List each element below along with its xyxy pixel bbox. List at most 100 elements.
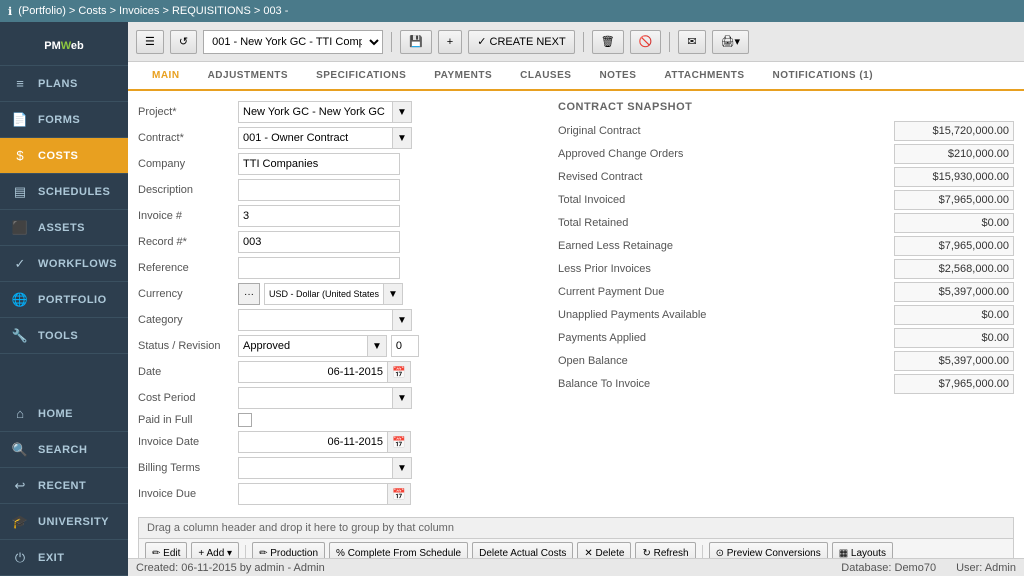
grid-delete-button[interactable]: ✕ Delete: [577, 542, 631, 558]
paid-full-label: Paid in Full: [138, 414, 238, 426]
currency-dropdown-btn[interactable]: ▼: [384, 283, 403, 305]
record-select[interactable]: 001 - New York GC - TTI Companies: [203, 30, 383, 54]
app-wrapper: ℹ (Portfolio) > Costs > Invoices > REQUI…: [0, 0, 1024, 576]
snapshot-row-5: Earned Less Retainage $7,965,000.00: [558, 236, 1014, 256]
tab-clauses[interactable]: CLAUSES: [506, 62, 585, 91]
tab-adjustments[interactable]: ADJUSTMENTS: [194, 62, 303, 91]
description-input[interactable]: [238, 179, 400, 201]
grid-production-button[interactable]: ✏ Production: [252, 542, 325, 558]
search-icon: 🔍: [10, 442, 30, 458]
sidebar-item-search[interactable]: 🔍 SEARCH: [0, 432, 128, 468]
tab-payments[interactable]: PAYMENTS: [420, 62, 506, 91]
grid-layouts-button[interactable]: ▦ Layouts: [832, 542, 893, 558]
currency-input[interactable]: [264, 283, 384, 305]
grid-delete-actual-button[interactable]: Delete Actual Costs: [472, 542, 573, 558]
currency-ellipsis-btn[interactable]: ···: [238, 283, 260, 305]
contract-input[interactable]: [238, 127, 393, 149]
form-row-company: Company: [138, 153, 538, 175]
project-input[interactable]: [238, 101, 393, 123]
billing-terms-label: Billing Terms: [138, 462, 238, 474]
sidebar-item-exit[interactable]: ⏻ EXIT: [0, 540, 128, 576]
sidebar-item-portfolio[interactable]: 🌐 PORTFOLIO: [0, 282, 128, 318]
tab-notifications[interactable]: NOTIFICATIONS (1): [759, 62, 888, 91]
sidebar-item-home[interactable]: ⌂ HOME: [0, 396, 128, 432]
invoice-due-input[interactable]: [238, 483, 388, 505]
record-input[interactable]: [238, 231, 400, 253]
status-dropdown-btn[interactable]: ▼: [368, 335, 387, 357]
description-label: Description: [138, 184, 238, 196]
sidebar-item-schedules[interactable]: ▤ SCHEDULES: [0, 174, 128, 210]
cancel-button[interactable]: 🚫: [630, 30, 662, 54]
snapshot-row-11: Balance To Invoice $7,965,000.00: [558, 374, 1014, 394]
invoice-input[interactable]: [238, 205, 400, 227]
save-button[interactable]: 💾: [400, 30, 432, 54]
email-button[interactable]: ✉: [678, 30, 705, 54]
snapshot-row-6: Less Prior Invoices $2,568,000.00: [558, 259, 1014, 279]
category-input[interactable]: [238, 309, 393, 331]
costs-icon: $: [10, 148, 30, 163]
billing-terms-input[interactable]: [238, 457, 393, 479]
sidebar-item-university[interactable]: 🎓 UNIVERSITY: [0, 504, 128, 540]
cost-period-input[interactable]: [238, 387, 393, 409]
portfolio-icon: 🌐: [10, 292, 30, 308]
sidebar-item-forms[interactable]: 📄 FORMS: [0, 102, 128, 138]
invoice-date-label: Invoice Date: [138, 436, 238, 448]
main-content: Project* ▼ Contract* ▼: [128, 91, 1024, 558]
grid-add-button[interactable]: + Add ▾: [191, 542, 239, 558]
create-next-button[interactable]: ✓ CREATE NEXT: [468, 30, 574, 54]
snapshot-row-10: Open Balance $5,397,000.00: [558, 351, 1014, 371]
revision-input[interactable]: [391, 335, 419, 357]
divider-3: [669, 32, 670, 52]
contract-label: Contract*: [138, 132, 238, 144]
currency-select-wrapper: ▼: [264, 283, 403, 305]
invoice-date-input[interactable]: [238, 431, 388, 453]
cost-period-wrapper: ▼: [238, 387, 412, 409]
grid-preview-button[interactable]: ⊙ Preview Conversions: [709, 542, 828, 558]
category-dropdown-btn[interactable]: ▼: [393, 309, 412, 331]
sidebar-item-plans[interactable]: ≡ PLANS: [0, 66, 128, 102]
sidebar-item-assets[interactable]: ⬛ ASSETS: [0, 210, 128, 246]
form-row-paid-full: Paid in Full: [138, 413, 538, 427]
sidebar-item-costs[interactable]: $ COSTS: [0, 138, 128, 174]
snapshot-row-4: Total Retained $0.00: [558, 213, 1014, 233]
paid-full-checkbox[interactable]: [238, 413, 252, 427]
history-button[interactable]: ↺: [170, 30, 197, 54]
database-text: Database: Demo70: [841, 562, 936, 574]
grid-complete-schedule-button[interactable]: % Complete From Schedule: [329, 542, 468, 558]
sidebar-item-recent[interactable]: ↩ RECENT: [0, 468, 128, 504]
tab-specifications[interactable]: SPECIFICATIONS: [302, 62, 420, 91]
invoice-date-picker-btn[interactable]: 📅: [388, 431, 411, 453]
reference-input[interactable]: [238, 257, 400, 279]
tab-attachments[interactable]: ATTACHMENTS: [650, 62, 758, 91]
sidebar-item-workflows[interactable]: ✓ WORKFLOWS: [0, 246, 128, 282]
form-row-contract: Contract* ▼: [138, 127, 538, 149]
date-input[interactable]: [238, 361, 388, 383]
menu-button[interactable]: ☰: [136, 30, 164, 54]
company-input[interactable]: [238, 153, 400, 175]
grid-area: Drag a column header and drop it here to…: [138, 517, 1014, 558]
date-picker-btn[interactable]: 📅: [388, 361, 411, 383]
form-row-project: Project* ▼: [138, 101, 538, 123]
project-input-wrapper: ▼: [238, 101, 412, 123]
sidebar-item-tools[interactable]: 🔧 TOOLS: [0, 318, 128, 354]
grid-refresh-button[interactable]: ↻ Refresh: [635, 542, 695, 558]
grid-divider-1: [245, 545, 246, 558]
cost-period-dropdown-btn[interactable]: ▼: [393, 387, 412, 409]
delete-button[interactable]: 🗑: [592, 30, 624, 54]
status-input[interactable]: [238, 335, 368, 357]
contract-dropdown-btn[interactable]: ▼: [393, 127, 412, 149]
print-button[interactable]: 🖨▾: [712, 30, 750, 54]
grid-header-bar: Drag a column header and drop it here to…: [139, 518, 1013, 539]
invoice-due-picker-btn[interactable]: 📅: [388, 483, 411, 505]
project-dropdown-btn[interactable]: ▼: [393, 101, 412, 123]
billing-terms-dropdown-btn[interactable]: ▼: [393, 457, 412, 479]
category-select-wrapper: ▼: [238, 309, 412, 331]
tab-notes[interactable]: NOTES: [585, 62, 650, 91]
snapshot-section: CONTRACT SNAPSHOT Original Contract $15,…: [558, 101, 1014, 509]
grid-edit-button[interactable]: ✏ Edit: [145, 542, 187, 558]
exit-icon: ⏻: [10, 550, 30, 566]
category-label: Category: [138, 314, 238, 326]
tab-main[interactable]: MAIN: [138, 62, 194, 91]
form-snapshot-wrapper: Project* ▼ Contract* ▼: [138, 101, 1014, 509]
add-button[interactable]: +: [438, 30, 462, 54]
